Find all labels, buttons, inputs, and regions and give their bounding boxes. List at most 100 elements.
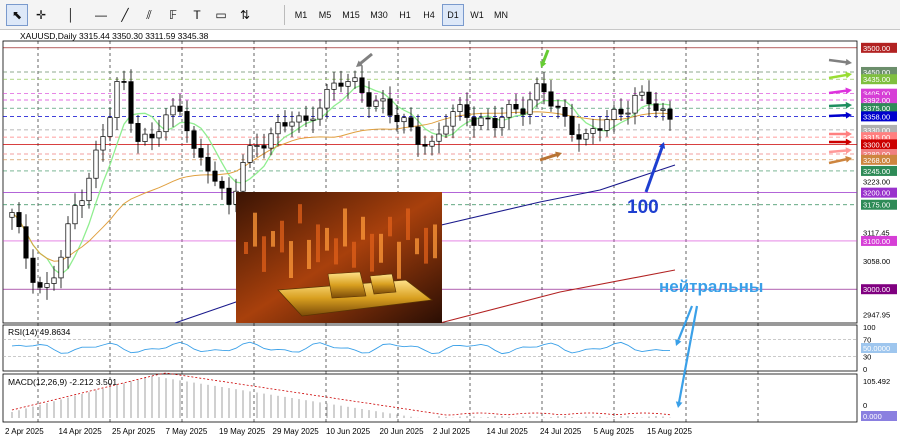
candle (345, 81, 351, 87)
candle (184, 111, 190, 132)
text-icon[interactable]: T (186, 4, 208, 26)
candle (415, 126, 421, 145)
candle (317, 107, 323, 120)
date-tick-label: 2 Apr 2025 (5, 427, 44, 436)
candle (513, 104, 519, 110)
candle (429, 140, 435, 147)
trendline-icon[interactable]: ╱ (114, 4, 136, 26)
image-glow-bar (379, 233, 383, 263)
timeframe-m30[interactable]: M30 (366, 4, 392, 26)
date-tick-label: 19 May 2025 (219, 427, 266, 436)
timeframe-d1[interactable]: D1 (442, 4, 464, 26)
image-glow-bar (352, 241, 356, 268)
image-glow-bar (370, 233, 374, 272)
gold-bar-small (369, 273, 397, 295)
candle (541, 83, 547, 93)
cursor-icon[interactable]: ⬉ (6, 4, 28, 26)
candle (506, 104, 512, 118)
annotation-100: 100 (627, 197, 659, 218)
candle (527, 99, 533, 115)
candle (303, 115, 309, 121)
toolbar-separator (284, 5, 285, 25)
image-glow-bar (253, 212, 257, 247)
candle (219, 180, 225, 189)
timeframe-m15[interactable]: M15 (338, 4, 364, 26)
candle (268, 133, 274, 149)
date-tick-label: 29 May 2025 (273, 427, 320, 436)
candle (492, 118, 498, 129)
image-glow-bar (307, 239, 311, 269)
candle (170, 105, 176, 116)
price-label: 3435.00 (863, 75, 890, 84)
candle (58, 256, 64, 279)
timeframe-m1[interactable]: M1 (290, 4, 312, 26)
candle (79, 200, 85, 206)
candle (247, 145, 253, 163)
fibonacci-icon[interactable]: 𝔽 (162, 4, 184, 26)
equidistant-channel-icon[interactable]: ⫽ (138, 4, 160, 26)
axis-tick-label: 3117.45 (863, 229, 890, 238)
image-glow-bar (325, 227, 329, 251)
timeframe-mn[interactable]: MN (490, 4, 512, 26)
horizontal-line-icon[interactable]: — (90, 4, 112, 26)
image-glow-bar (271, 231, 275, 247)
axis-tick-label: 3223.00 (863, 178, 890, 187)
candle (331, 82, 337, 90)
date-tick-label: 20 Jun 2025 (380, 427, 425, 436)
candle (128, 81, 134, 124)
candle (37, 282, 43, 288)
rsi-tick-label: 0 (863, 365, 867, 374)
timeframe-m5[interactable]: M5 (314, 4, 336, 26)
candle (23, 226, 29, 259)
candle (576, 134, 582, 140)
candle (394, 114, 400, 123)
candle (100, 136, 106, 151)
crosshair-icon[interactable]: ✛ (30, 4, 52, 26)
image-glow-bar (244, 242, 248, 254)
candle (660, 108, 666, 111)
axis-tick-label: 2947.95 (863, 310, 890, 319)
candle (212, 170, 218, 182)
candle (478, 117, 484, 126)
candle (667, 108, 673, 120)
candle (422, 144, 428, 147)
price-chart[interactable]: 3500.003450.003435.003405.003392.003375.… (0, 30, 900, 440)
candle (107, 117, 113, 137)
image-glow-bar (415, 238, 419, 255)
toolbar: ⬉ ✛ │ — ╱ ⫽ 𝔽 T ▭ ⇅ M1 M5 M15 M30 H1 H4 D1 W1 MN (0, 0, 900, 30)
candle (604, 119, 610, 131)
timeframe-h1[interactable]: H1 (394, 4, 416, 26)
candle (296, 115, 302, 123)
rsi-tick-label: 100 (863, 323, 876, 332)
timeframe-w1[interactable]: W1 (466, 4, 488, 26)
candle (72, 205, 78, 225)
image-glow-bar (316, 224, 320, 263)
candle (625, 112, 631, 115)
date-tick-label: 7 May 2025 (166, 427, 208, 436)
text-label-icon[interactable]: ▭ (210, 4, 232, 26)
price-label: 3358.00 (863, 112, 890, 121)
timeframe-h4[interactable]: H4 (418, 4, 440, 26)
candle (338, 82, 344, 87)
candle (163, 114, 169, 133)
candle (373, 100, 379, 107)
candle (30, 257, 36, 283)
candle (254, 145, 260, 147)
date-tick-label: 14 Apr 2025 (59, 427, 103, 436)
price-label: 3200.00 (863, 189, 890, 198)
candle (142, 133, 148, 142)
candle (387, 98, 393, 116)
candle (86, 177, 92, 202)
candle (380, 98, 386, 102)
price-label: 3100.00 (863, 237, 890, 246)
image-glow-bar (361, 216, 365, 240)
date-tick-label: 5 Aug 2025 (594, 427, 635, 436)
candle (450, 111, 456, 127)
vertical-line-icon[interactable]: │ (60, 4, 82, 26)
candle (352, 77, 358, 82)
candle (191, 130, 197, 149)
candle (114, 81, 120, 118)
rsi-current-label: 50.0000 (863, 344, 890, 353)
arrows-icon[interactable]: ⇅ (234, 4, 256, 26)
image-glow-bar (397, 241, 401, 279)
